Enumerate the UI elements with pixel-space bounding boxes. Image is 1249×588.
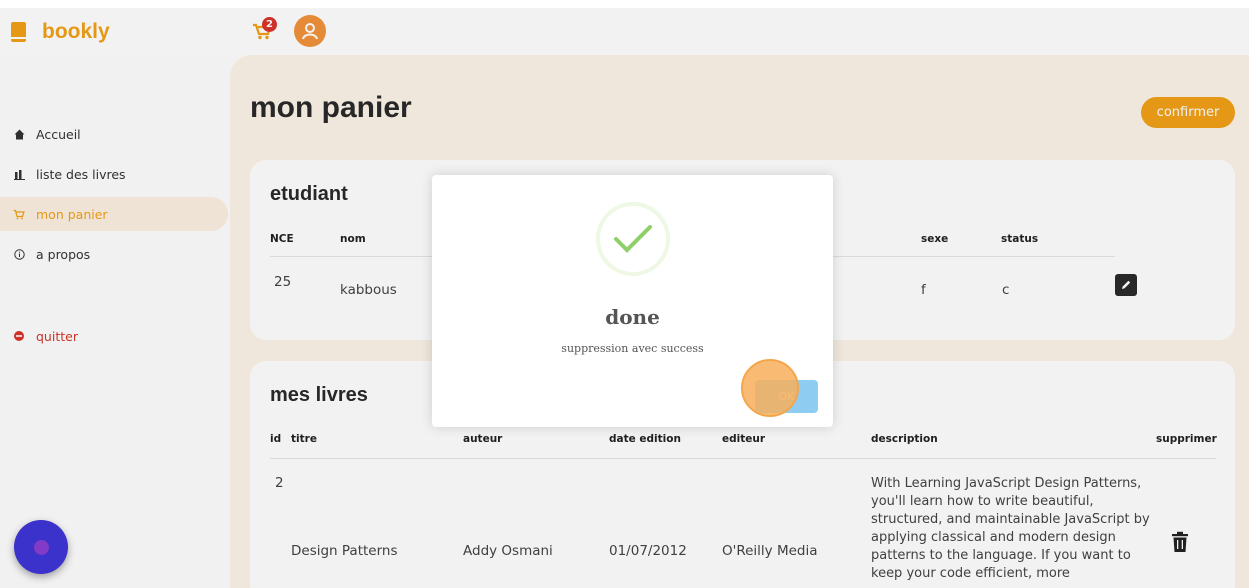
dialog-title: done bbox=[605, 305, 660, 329]
click-indicator bbox=[741, 359, 799, 417]
success-check-icon bbox=[596, 202, 670, 276]
dialog-message: suppression avec success bbox=[561, 342, 704, 355]
page: bookly 2 Accueil liste des livres mon pa… bbox=[0, 8, 1249, 588]
